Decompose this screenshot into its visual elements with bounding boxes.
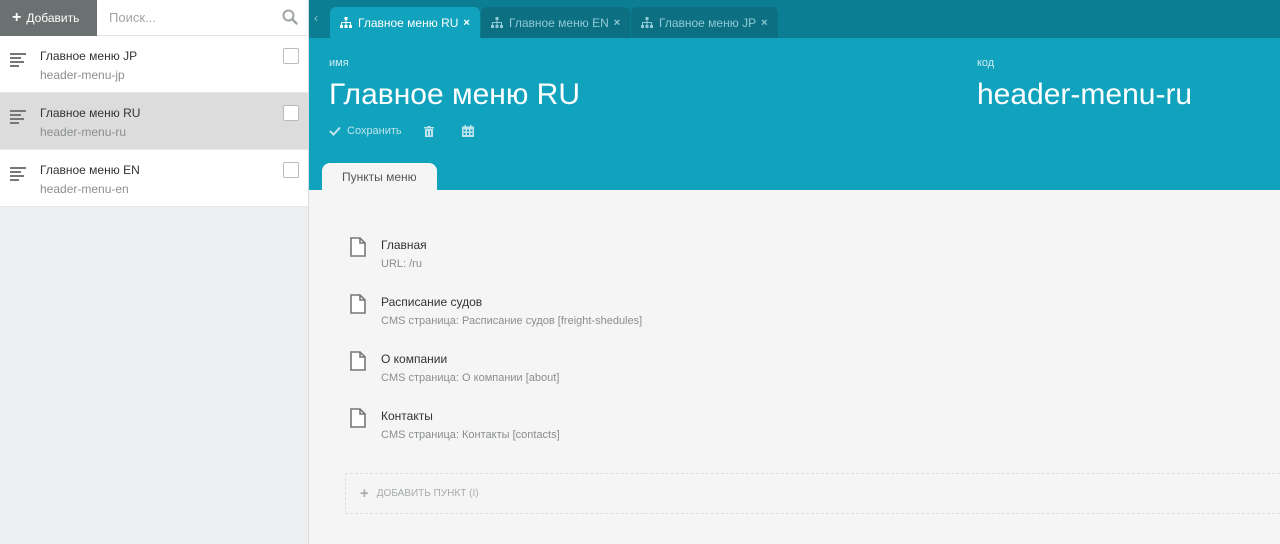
- save-label: Сохранить: [347, 125, 402, 137]
- menu-item-subtitle: CMS страница: Контакты [contacts]: [381, 429, 560, 441]
- menu-item-title: Контакты: [381, 409, 433, 423]
- list-item[interactable]: О компании CMS страница: О компании [abo…: [349, 351, 949, 408]
- list-item[interactable]: Главная URL: /ru: [349, 237, 949, 294]
- document-icon: [350, 351, 366, 371]
- document-icon: [350, 294, 366, 314]
- list-icon: [10, 53, 26, 67]
- calendar-icon: [461, 125, 474, 137]
- tab-label: Главное меню EN: [509, 15, 609, 30]
- menu-item-title: Расписание судов: [381, 295, 483, 309]
- sidebar-toolbar: + Добавить: [0, 0, 308, 36]
- sidebar-item-code: header-menu-jp: [40, 68, 125, 82]
- record-toolbar: Сохранить: [329, 125, 502, 137]
- tab-menu-items[interactable]: Пункты меню: [322, 163, 437, 190]
- tabs-bar: ‹ Главное меню RU × Главное меню EN × Гл…: [309, 0, 1280, 38]
- sidebar-item-header-menu-en[interactable]: Главное меню EN header-menu-en: [0, 150, 308, 207]
- sidebar-item-title: Главное меню RU: [40, 106, 141, 120]
- menu-item-title: Главная: [381, 238, 427, 252]
- sidebar-item-checkbox[interactable]: [283, 105, 299, 121]
- sitemap-icon: [491, 17, 503, 28]
- menu-item-subtitle: URL: /ru: [381, 258, 422, 270]
- list-icon: [10, 167, 26, 181]
- code-field[interactable]: header-menu-ru: [977, 78, 1192, 112]
- menu-items-panel: Главная URL: /ru Расписание судов CMS ст…: [309, 190, 1280, 544]
- sidebar-item-checkbox[interactable]: [283, 48, 299, 64]
- add-button[interactable]: + Добавить: [0, 0, 97, 36]
- sidebar-item-checkbox[interactable]: [283, 162, 299, 178]
- sitemap-icon: [340, 17, 352, 28]
- save-button[interactable]: Сохранить: [329, 125, 402, 137]
- close-icon[interactable]: ×: [614, 17, 620, 29]
- sidebar-item-title: Главное меню JP: [40, 49, 138, 63]
- close-icon[interactable]: ×: [761, 17, 767, 29]
- menu-item-subtitle: CMS страница: Расписание судов [freight-…: [381, 315, 643, 327]
- check-icon: [329, 126, 341, 136]
- list-item[interactable]: Расписание судов CMS страница: Расписани…: [349, 294, 949, 351]
- list-item[interactable]: Контакты CMS страница: Контакты [contact…: [349, 408, 949, 465]
- document-icon: [350, 237, 366, 257]
- sidebar-item-header-menu-ru[interactable]: Главное меню RU header-menu-ru: [0, 93, 308, 150]
- sidebar-item-header-menu-jp[interactable]: Главное меню JP header-menu-jp: [0, 36, 308, 93]
- sitemap-icon: [641, 17, 653, 28]
- search-box: [97, 0, 308, 35]
- record-header: ИМЯ Главное меню RU КОД header-menu-ru С…: [309, 38, 1280, 190]
- tab-label: Главное меню JP: [659, 15, 757, 30]
- sidebar-item-title: Главное меню EN: [40, 163, 140, 177]
- tab-header-menu-jp[interactable]: Главное меню JP ×: [631, 7, 778, 38]
- search-input[interactable]: [97, 0, 308, 35]
- close-icon[interactable]: ×: [463, 17, 469, 29]
- list-icon: [10, 110, 26, 124]
- tab-header-menu-en[interactable]: Главное меню EN ×: [481, 7, 631, 38]
- delete-button[interactable]: [423, 125, 440, 137]
- menu-item-subtitle: CMS страница: О компании [about]: [381, 372, 560, 384]
- search-icon[interactable]: [282, 9, 298, 25]
- plus-icon: +: [12, 9, 22, 26]
- code-label: КОД: [977, 57, 995, 69]
- add-menu-item-button[interactable]: + ДОБАВИТЬ ПУНКТ (I): [345, 473, 1280, 514]
- calendar-button[interactable]: [461, 125, 480, 137]
- trash-icon: [423, 125, 434, 137]
- sidebar-item-code: header-menu-ru: [40, 125, 127, 139]
- sidebar-item-code: header-menu-en: [40, 182, 129, 196]
- menu-item-title: О компании: [381, 352, 448, 366]
- sidebar-list: Главное меню JP header-menu-jp Главное м…: [0, 36, 308, 207]
- add-button-label: Добавить: [26, 11, 80, 25]
- chevron-left-icon[interactable]: ‹: [314, 11, 318, 25]
- tab-header-menu-ru[interactable]: Главное меню RU ×: [330, 7, 480, 38]
- name-label: ИМЯ: [329, 57, 349, 69]
- add-menu-item-label: ДОБАВИТЬ ПУНКТ (I): [376, 488, 479, 499]
- name-field[interactable]: Главное меню RU: [329, 78, 580, 112]
- menu-items-list: Главная URL: /ru Расписание судов CMS ст…: [349, 237, 949, 465]
- sidebar: + Добавить Главное меню JP header-menu-j…: [0, 0, 309, 544]
- tab-label: Главное меню RU: [358, 15, 459, 30]
- document-icon: [350, 408, 366, 428]
- plus-icon: +: [360, 485, 369, 502]
